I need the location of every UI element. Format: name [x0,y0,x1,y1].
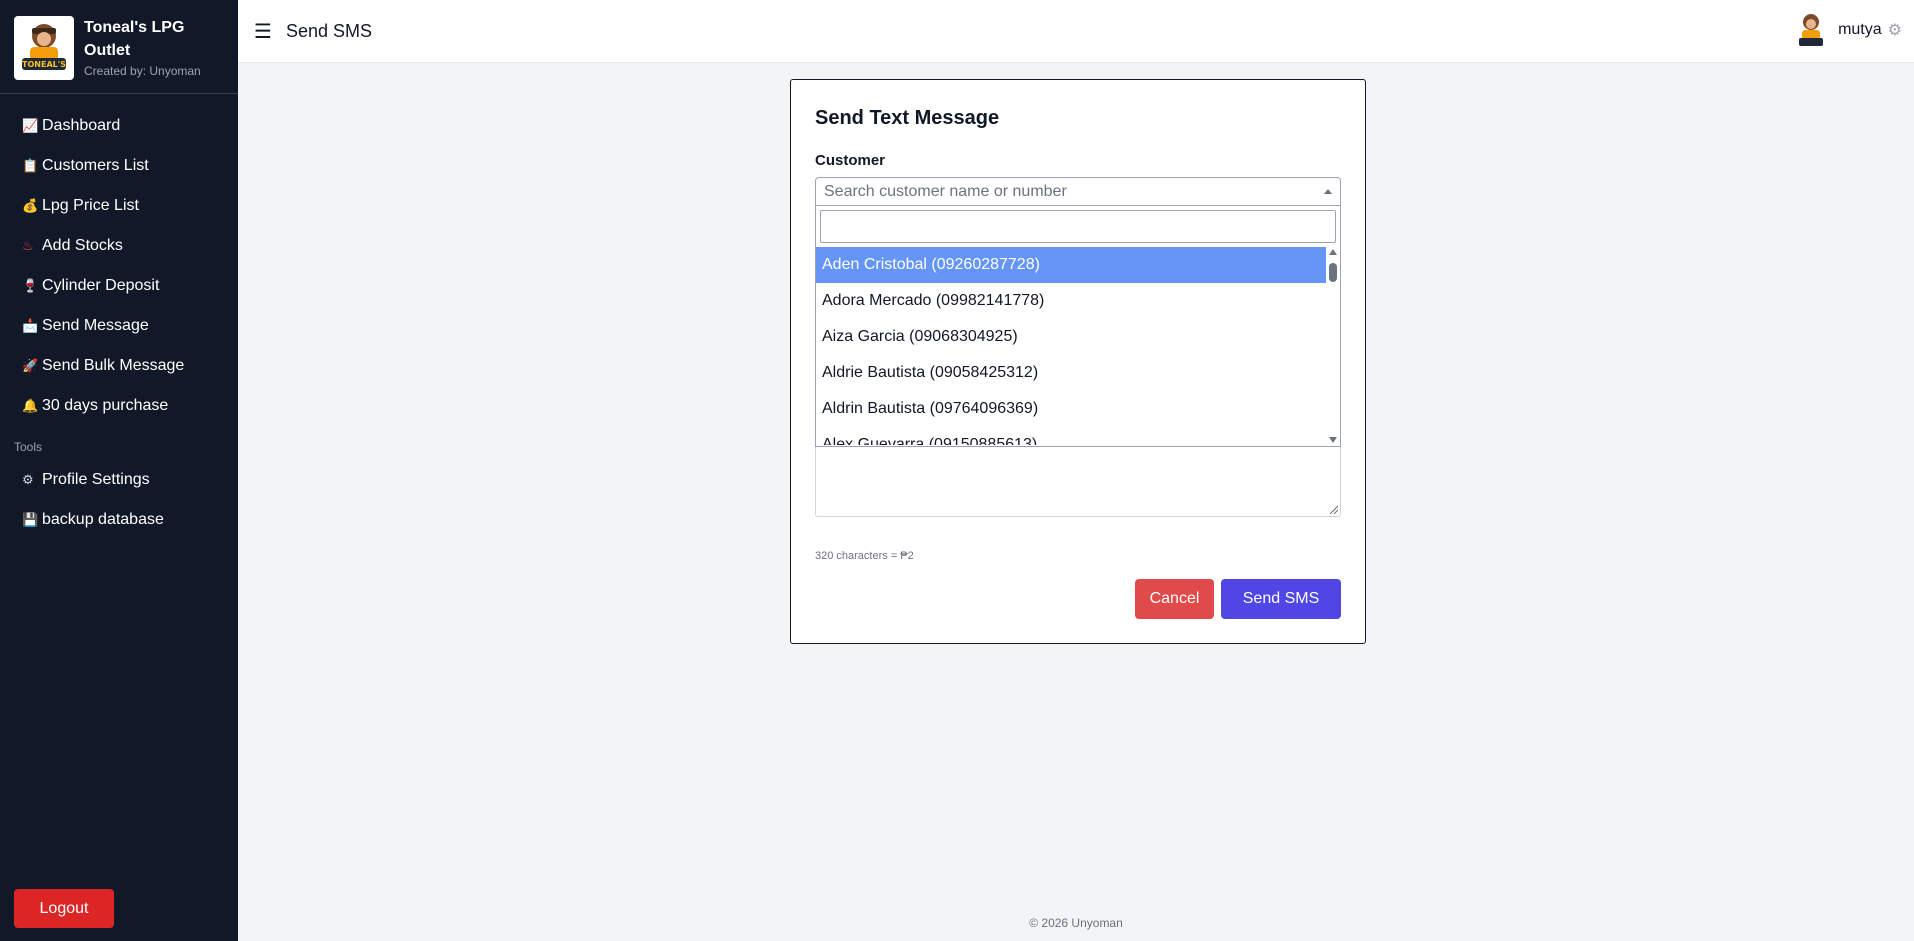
sidebar-item-label: Dashboard [42,117,121,134]
sidebar-item-add-stocks[interactable]: ♨ Add Stocks [0,226,238,266]
customer-option[interactable]: Alex Guevarra (09150885613) [816,427,1326,445]
floppy-disk-icon: 💾 [22,512,39,527]
sidebar-item-label: Profile Settings [42,471,150,488]
sidebar-item-send-bulk-message[interactable]: 🚀 Send Bulk Message [0,346,238,386]
avatar[interactable] [1796,11,1827,49]
clipboard-icon: 📋 [22,158,39,173]
send-sms-button[interactable]: Send SMS [1221,579,1341,619]
sidebar-item-label: Cylinder Deposit [42,277,160,294]
wine-glass-icon: 🍷 [22,278,39,293]
hamburger-menu-icon[interactable]: ☰ [254,19,276,44]
app-name: Toneal's LPG Outlet [84,19,185,59]
sidebar-item-dashboard[interactable]: 📈 Dashboard [0,106,238,146]
brand: TONEAL'S Toneal's LPG Outlet Created by:… [0,0,238,94]
chart-icon: 📈 [22,118,39,133]
bell-icon: 🔔 [22,398,39,413]
avatar-mascot-icon [1796,11,1827,49]
customer-options-list: Aden Cristobal (09260287728) Adora Merca… [816,247,1326,445]
sidebar-item-label: Add Stocks [42,237,123,254]
money-bag-icon: 💰 [22,198,39,213]
scrollbar-thumb[interactable] [1329,263,1337,282]
sidebar-item-cylinder-deposit[interactable]: 🍷 Cylinder Deposit [0,266,238,306]
brand-logo[interactable]: TONEAL'S [14,16,74,80]
customer-option[interactable]: Adora Mercado (09982141778) [816,283,1326,319]
sidebar-item-backup-database[interactable]: 💾 backup database [0,500,238,540]
customer-select[interactable]: Search customer name or number [815,177,1341,206]
sidebar-item-label: Send Bulk Message [42,357,185,374]
customer-option[interactable]: Aldrin Bautista (09764096369) [816,391,1326,427]
customer-select-placeholder: Search customer name or number [824,183,1067,200]
scroll-up-arrow-icon[interactable] [1329,249,1337,255]
gear-icon: ⚙ [22,472,34,487]
sidebar: TONEAL'S Toneal's LPG Outlet Created by:… [0,0,238,941]
customer-option[interactable]: Aiza Garcia (09068304925) [816,319,1326,355]
sidebar-item-lpg-price-list[interactable]: 💰 Lpg Price List [0,186,238,226]
dropdown-search-input[interactable] [820,210,1336,243]
customer-option[interactable]: Aden Cristobal (09260287728) [816,247,1326,283]
envelope-icon: 📩 [22,318,39,333]
scroll-down-arrow-icon[interactable] [1329,437,1337,443]
user-menu[interactable]: mutya ⚙ [1796,11,1902,49]
customer-label: Customer [815,152,886,169]
form-title: Send Text Message [815,107,1000,129]
resize-handle-icon[interactable] [1330,506,1338,514]
caret-up-icon[interactable] [1324,189,1332,194]
logout-button[interactable]: Logout [14,889,114,928]
dropdown-scrollbar[interactable] [1326,247,1340,445]
app-subtitle: Created by: Unyoman [84,64,201,78]
sidebar-item-send-message[interactable]: 📩 Send Message [0,306,238,346]
send-sms-card: Send Text Message Customer Search custom… [790,79,1366,644]
character-count: 320 characters = ₱2 [815,550,914,562]
customer-dropdown: Aden Cristobal (09260287728) Adora Merca… [815,206,1341,447]
cancel-button[interactable]: Cancel [1135,579,1214,619]
hot-springs-icon: ♨ [22,238,34,253]
sidebar-item-customers-list[interactable]: 📋 Customers List [0,146,238,186]
sidebar-item-label: backup database [42,511,164,528]
footer: © 2026 Unyoman [1029,916,1123,930]
sidebar-section-tools: Tools [14,440,43,454]
logo-mascot-icon: TONEAL'S [16,18,72,78]
sidebar-item-label: Send Message [42,317,149,334]
sidebar-nav: 📈 Dashboard 📋 Customers List 💰 Lpg Price… [0,94,238,540]
user-name[interactable]: mutya [1838,21,1882,39]
gear-icon[interactable]: ⚙ [1888,20,1902,40]
topbar: ☰ Send SMS mutya ⚙ [238,0,1914,63]
rocket-icon: 🚀 [22,358,39,373]
sidebar-item-label: 30 days purchase [42,397,169,414]
sidebar-item-30-days-purchase[interactable]: 🔔 30 days purchase [0,386,238,426]
customer-option[interactable]: Aldrie Bautista (09058425312) [816,355,1326,391]
brand-divider [14,93,224,94]
sidebar-item-label: Lpg Price List [42,197,139,214]
sidebar-item-profile-settings[interactable]: ⚙ Profile Settings [0,460,238,500]
page-title: Send SMS [286,20,373,41]
sidebar-item-label: Customers List [42,157,149,174]
svg-text:TONEAL'S: TONEAL'S [22,60,66,69]
